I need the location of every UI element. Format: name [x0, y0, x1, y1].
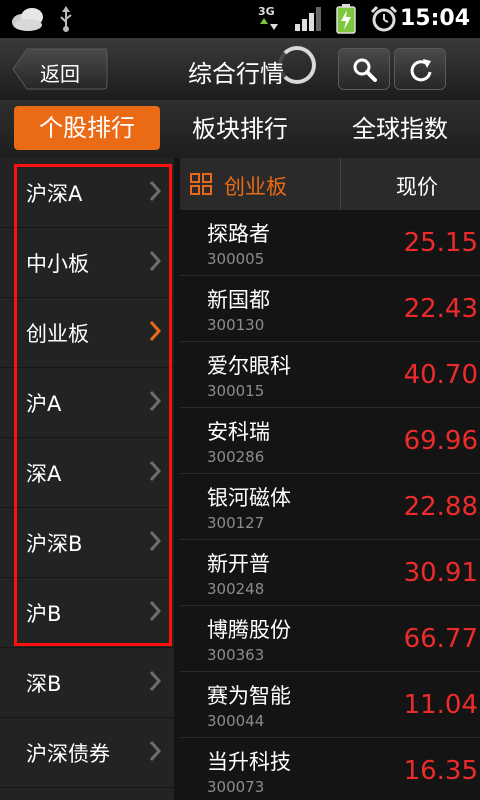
price-column-header[interactable]: 现价 — [396, 171, 438, 201]
usb-icon — [58, 6, 74, 36]
stock-code: 300044 — [207, 712, 265, 730]
battery-charging-icon — [336, 4, 356, 38]
stock-price: 30.91 — [403, 558, 478, 588]
search-icon — [353, 58, 377, 82]
stock-price: 25.15 — [403, 228, 478, 258]
table-row[interactable]: 赛为智能 300044 11.04 — [180, 672, 480, 738]
stock-price: 16.35 — [403, 756, 478, 786]
status-clock: 15:04 — [399, 6, 470, 31]
stock-price: 11.04 — [403, 690, 478, 720]
stock-name: 新国都 — [207, 288, 270, 312]
stock-list: 探路者 300005 25.15 新国都 300130 22.43 爱尔眼科 3… — [180, 210, 480, 800]
tab-stock-ranking[interactable]: 个股排行 — [14, 106, 160, 150]
chevron-right-icon — [149, 671, 162, 691]
stock-name: 探路者 — [207, 222, 270, 246]
highlight-box — [14, 164, 172, 646]
table-row[interactable]: 银河磁体 300127 22.88 — [180, 474, 480, 540]
svg-text:3G: 3G — [258, 5, 275, 18]
grid-menu-icon[interactable] — [190, 173, 212, 195]
stock-name: 安科瑞 — [207, 420, 270, 444]
stock-name: 新开普 — [207, 552, 270, 576]
stock-price: 40.70 — [403, 360, 478, 390]
page-title: 综合行情 — [188, 60, 284, 88]
stock-price: 22.43 — [403, 294, 478, 324]
title-bar: 返回 综合行情 — [0, 38, 480, 101]
alarm-clock-icon — [370, 5, 398, 37]
table-row[interactable]: 当升科技 300073 16.35 — [180, 738, 480, 800]
table-row[interactable]: 新开普 300248 30.91 — [180, 540, 480, 606]
list-header: 创业板 现价 — [180, 158, 480, 211]
stock-name: 赛为智能 — [207, 684, 291, 708]
header-divider — [340, 158, 341, 210]
stock-code: 300127 — [207, 514, 265, 532]
sidebar-item-hushen-bonds[interactable]: 沪深债券 — [0, 718, 174, 788]
stock-code: 300130 — [207, 316, 265, 334]
tab-bar: 个股排行 板块排行 全球指数 — [0, 100, 480, 158]
list-category-label: 创业板 — [224, 175, 287, 199]
stock-code: 300248 — [207, 580, 265, 598]
loading-spinner-icon — [278, 46, 316, 84]
tab-global-index[interactable]: 全球指数 — [326, 100, 474, 158]
back-button[interactable]: 返回 — [12, 48, 108, 90]
table-row[interactable]: 博腾股份 300363 66.77 — [180, 606, 480, 672]
stock-code: 300073 — [207, 778, 265, 796]
stock-name: 爱尔眼科 — [207, 354, 291, 378]
stock-code: 300005 — [207, 250, 265, 268]
stock-name: 当升科技 — [207, 750, 291, 774]
stock-code: 300286 — [207, 448, 265, 466]
table-row[interactable]: 探路者 300005 25.15 — [180, 210, 480, 276]
back-button-label: 返回 — [40, 62, 80, 86]
table-row[interactable]: 爱尔眼科 300015 40.70 — [180, 342, 480, 408]
stock-price: 22.88 — [403, 492, 478, 522]
stock-price: 69.96 — [403, 426, 478, 456]
stock-code: 300015 — [207, 382, 265, 400]
status-bar: 3G 15:04 — [0, 0, 480, 38]
chevron-right-icon — [149, 741, 162, 761]
table-row[interactable]: 安科瑞 300286 69.96 — [180, 408, 480, 474]
search-button[interactable] — [338, 48, 390, 90]
table-row[interactable]: 新国都 300130 22.43 — [180, 276, 480, 342]
stock-name: 银河磁体 — [207, 486, 291, 510]
weather-cloud-icon — [10, 5, 46, 37]
tab-sector-ranking[interactable]: 板块排行 — [166, 100, 314, 158]
sidebar-item-label: 深B — [26, 672, 62, 696]
refresh-icon — [410, 59, 432, 82]
refresh-button[interactable] — [394, 48, 446, 90]
stock-name: 博腾股份 — [207, 618, 291, 642]
signal-strength-icon — [294, 6, 322, 36]
stock-price: 66.77 — [403, 624, 478, 654]
sidebar-item-label: 沪深债券 — [26, 742, 110, 766]
3g-data-icon: 3G — [258, 4, 282, 36]
sidebar-item-shenzhen-b[interactable]: 深B — [0, 648, 174, 718]
stock-code: 300363 — [207, 646, 265, 664]
